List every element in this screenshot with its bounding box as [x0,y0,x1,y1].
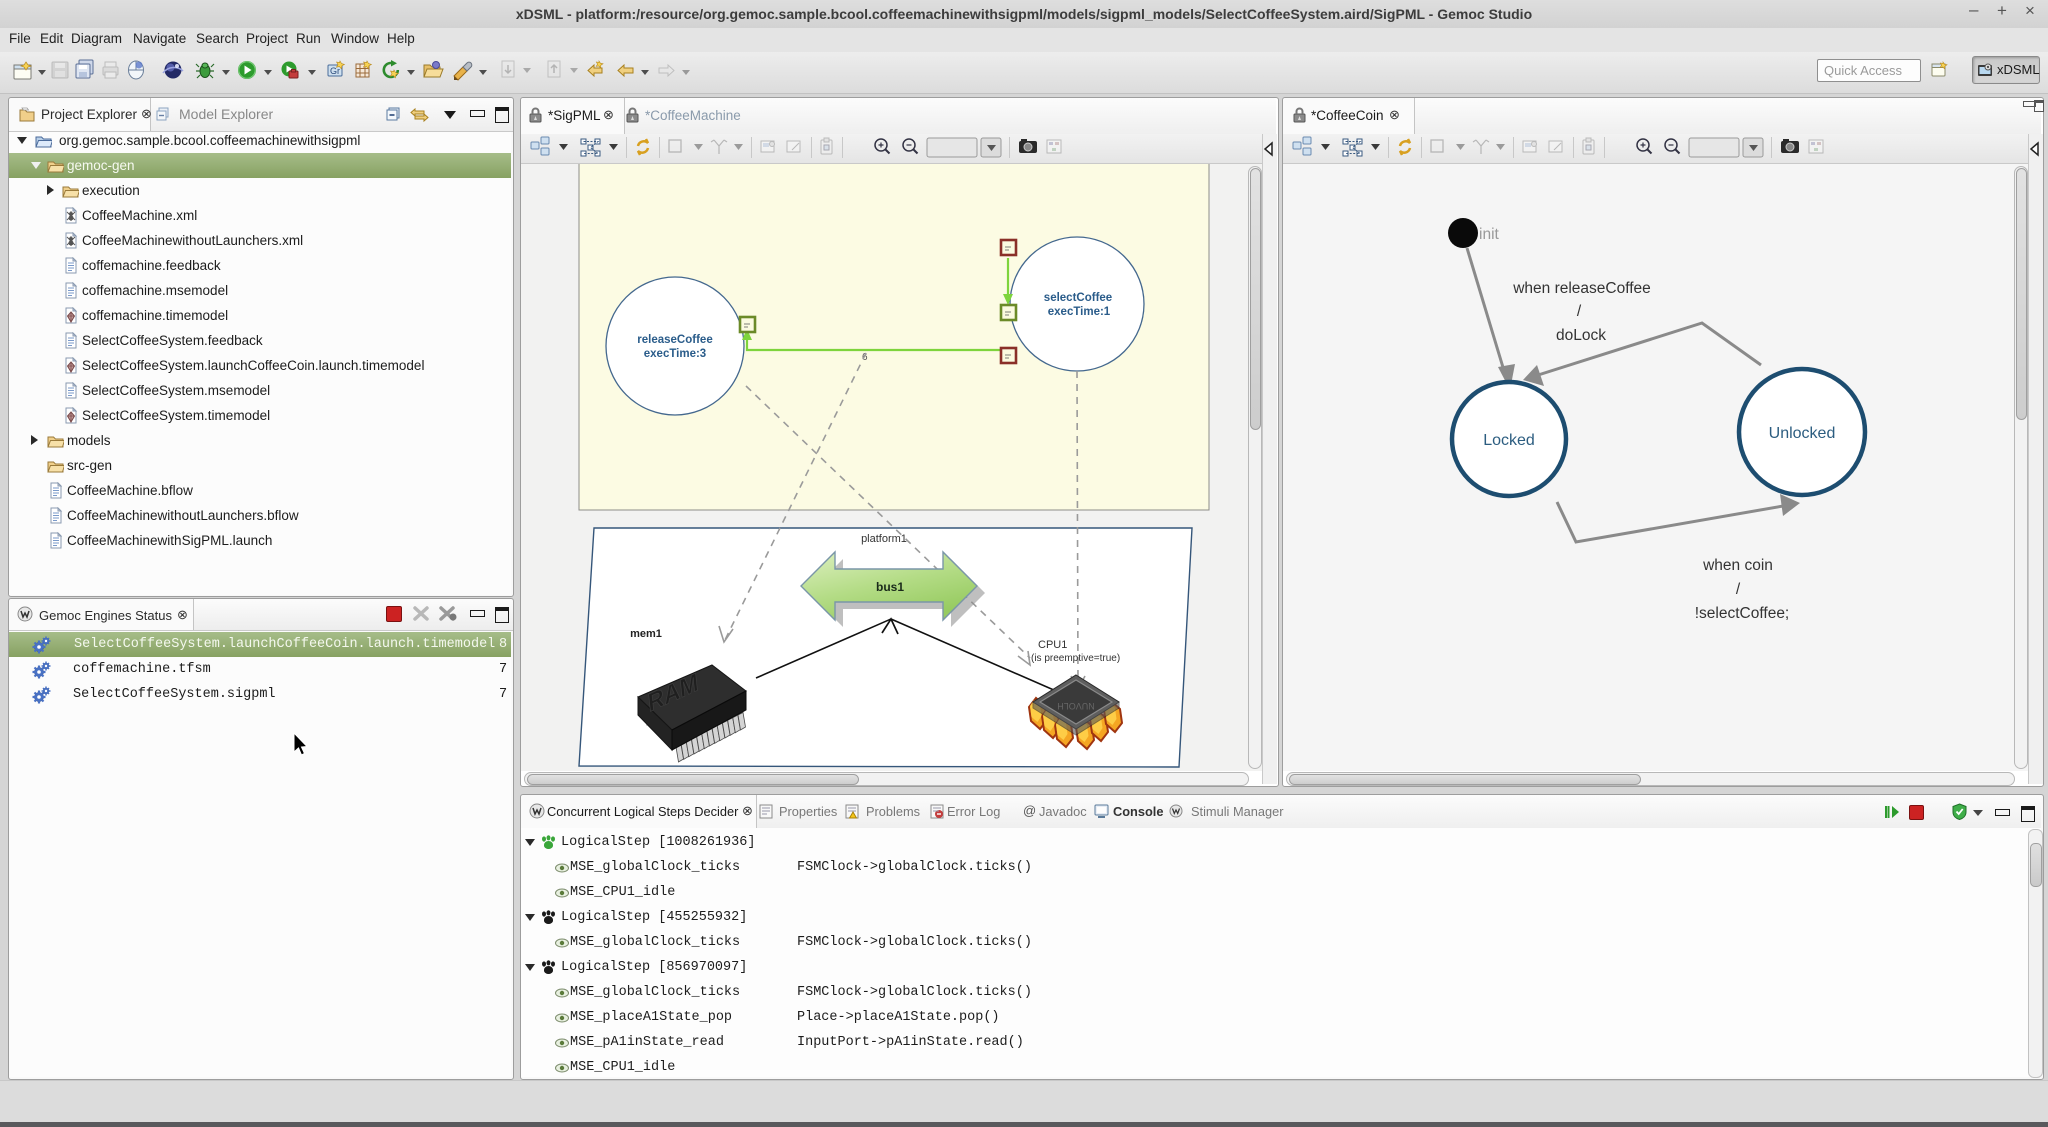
svg-text:/: / [1577,303,1582,320]
svg-text:!selectCoffee;: !selectCoffee; [1695,605,1790,622]
svg-text:Locked: Locked [1483,432,1535,449]
svg-text:bus1: bus1 [876,580,904,594]
svg-text:CPU1: CPU1 [1038,639,1067,651]
svg-text:Unlocked: Unlocked [1769,425,1836,442]
svg-text:/: / [1736,581,1741,598]
svg-text:mem1: mem1 [630,628,662,640]
svg-text:doLock: doLock [1556,327,1606,344]
svg-text:platform1: platform1 [861,533,907,545]
svg-text:(is preemptive=true): (is preemptive=true) [1031,653,1120,664]
svg-text:execTime:1: execTime:1 [1048,306,1111,318]
svg-text:when releaseCoffee: when releaseCoffee [1512,280,1651,297]
svg-text:selectCoffee: selectCoffee [1044,292,1112,304]
svg-text:releaseCoffee: releaseCoffee [637,334,712,346]
svg-text:when coin: when coin [1702,557,1773,574]
svg-text:NUVOLH: NUVOLH [1057,701,1095,711]
svg-text:Gr: Gr [330,66,340,76]
svg-text:init: init [1479,226,1500,243]
svg-text:execTime:3: execTime:3 [644,348,706,360]
